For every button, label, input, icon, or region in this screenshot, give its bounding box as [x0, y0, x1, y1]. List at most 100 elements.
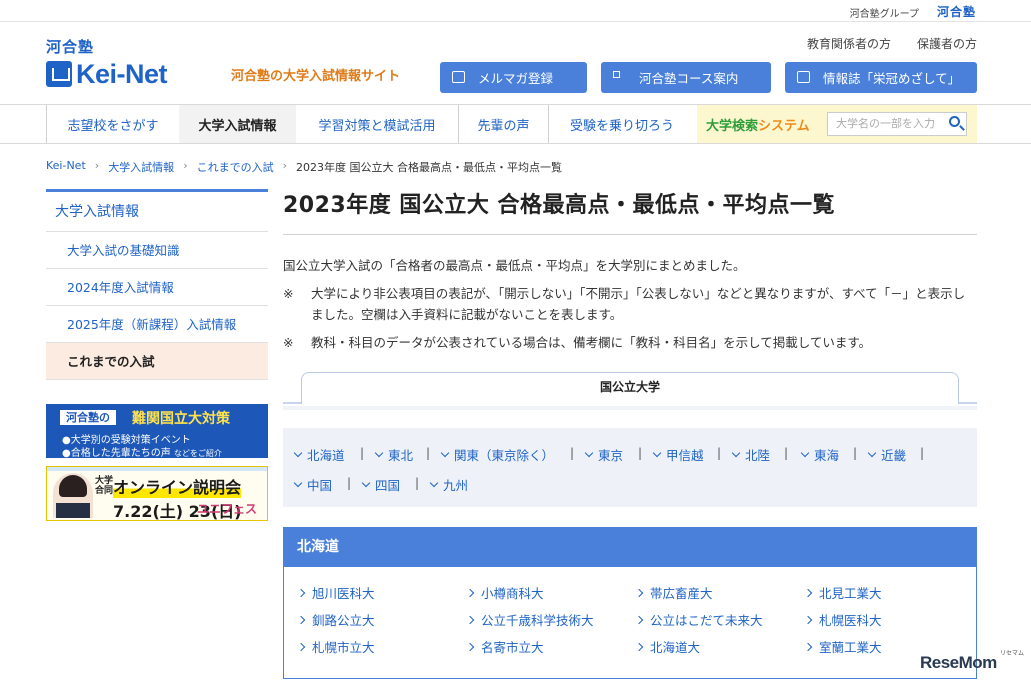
nav-item-voices[interactable]: 先輩の声: [458, 105, 548, 143]
top-bar: 河合塾グループ 河合塾: [0, 0, 1031, 22]
banner-brand: ユニフェス: [197, 502, 258, 516]
sidebar-title[interactable]: 大学入試情報: [46, 192, 268, 232]
region-label: 東北: [388, 448, 414, 463]
university-link[interactable]: 札幌市立大: [296, 637, 375, 656]
region-link[interactable]: 東北: [374, 445, 414, 464]
nav-item-search-school[interactable]: 志望校をさがす: [46, 105, 179, 143]
course-guide-button[interactable]: 河合塾コース案内: [601, 62, 771, 93]
chevron-right-icon: [634, 642, 644, 651]
sidebar-item-2024[interactable]: 2024年度入試情報: [46, 269, 268, 306]
logo-word: Kei-Net: [76, 58, 168, 89]
search-label-a: 大学検索: [706, 118, 759, 134]
kei-net-logo[interactable]: Kei-Net: [46, 58, 168, 89]
nankan-banner[interactable]: 河合塾の 難関国立大対策 ●大学別の受験対策イベント ●合格した先輩たちの声 な…: [46, 404, 268, 459]
region-link[interactable]: 東京: [584, 445, 623, 464]
sidebar-item-2025[interactable]: 2025年度（新課程）入試情報: [46, 306, 268, 343]
university-link[interactable]: 旭川医科大: [296, 583, 375, 602]
newsletter-button[interactable]: メルマガ登録: [440, 62, 587, 93]
chevron-down-icon: [293, 448, 303, 457]
university-search-input[interactable]: 大学名の一部を入力: [827, 112, 967, 136]
region-label: 北陸: [745, 448, 771, 463]
search-icon[interactable]: [949, 116, 960, 127]
chevron-down-icon: [440, 448, 450, 457]
region-link[interactable]: 九州: [429, 475, 468, 494]
region-link[interactable]: 甲信越: [652, 445, 704, 464]
chevron-right-icon: [465, 615, 475, 624]
university-link[interactable]: 札幌医科大: [803, 610, 882, 629]
educator-link[interactable]: 教育関係者の方: [807, 35, 891, 52]
banner-line-2-small: などをご紹介: [173, 449, 222, 458]
university-search-label: 大学検索システム: [706, 115, 810, 134]
chevron-right-icon: [296, 642, 306, 651]
divider: |: [347, 476, 352, 490]
university-link[interactable]: 北見工業大: [803, 583, 882, 602]
chevron-right-icon: ›: [183, 159, 188, 172]
magazine-button[interactable]: 情報誌「栄冠めざして」: [785, 62, 977, 93]
breadcrumb-home[interactable]: Kei-Net: [46, 159, 86, 175]
university-link[interactable]: 室蘭工業大: [803, 637, 882, 656]
breadcrumb-exam-info[interactable]: 大学入試情報: [108, 159, 174, 175]
chevron-right-icon: [465, 642, 475, 651]
grid-icon: [613, 71, 626, 83]
page-title: 2023年度 国公立大 合格最高点・最低点・平均点一覧: [283, 193, 836, 218]
university-link[interactable]: 帯広畜産大: [634, 583, 713, 602]
tab-bar: 国公立大学: [283, 372, 977, 404]
mail-icon: [452, 71, 465, 83]
university-label: 公立はこだて未来大: [650, 613, 763, 628]
university-label: 公立千歳科学技術大: [481, 613, 594, 628]
banner-stripe: [47, 467, 267, 471]
divider: |: [920, 446, 925, 460]
chevron-down-icon: [374, 448, 384, 457]
region-link[interactable]: 四国: [361, 475, 401, 494]
chevron-right-icon: [803, 588, 813, 597]
group-text: 河合塾グループ: [849, 9, 919, 20]
nav-item-study[interactable]: 学習対策と模試活用: [296, 105, 458, 143]
chevron-down-icon: [293, 478, 303, 487]
sidebar-item-basics[interactable]: 大学入試の基礎知識: [46, 232, 268, 269]
online-fair-banner[interactable]: 大学合同 オンライン説明会 7.22(土) 23(日) ユニフェス: [46, 466, 268, 521]
nav-item-exam-info[interactable]: 大学入試情報: [179, 105, 296, 143]
banner-tag: 河合塾の: [60, 410, 116, 425]
university-link[interactable]: 公立はこだて未来大: [634, 610, 763, 629]
region-link[interactable]: 北海道: [293, 445, 345, 464]
course-guide-button-label: 河合塾コース案内: [639, 71, 739, 86]
region-link[interactable]: 東海: [800, 445, 839, 464]
breadcrumb-past-exams[interactable]: これまでの入試: [197, 159, 274, 175]
divider: |: [426, 446, 431, 460]
newsletter-button-label: メルマガ登録: [478, 71, 554, 86]
chevron-right-icon: [803, 642, 813, 651]
region-label: 近畿: [881, 448, 907, 463]
university-label: 名寄市立大: [481, 640, 544, 655]
tab-national-public[interactable]: 国公立大学: [301, 372, 959, 404]
logo-book-icon: [46, 61, 72, 87]
nav-item-exam-tips[interactable]: 受験を乗り切ろう: [548, 105, 695, 143]
group-logo[interactable]: 河合塾: [937, 3, 976, 20]
divider: |: [360, 446, 365, 460]
parent-link[interactable]: 保護者の方: [917, 35, 977, 52]
region-link[interactable]: 近畿: [867, 445, 907, 464]
university-link[interactable]: 公立千歳科学技術大: [465, 610, 594, 629]
sidebar: 大学入試情報 大学入試の基礎知識 2024年度入試情報 2025年度（新課程）入…: [46, 189, 268, 380]
region-link[interactable]: 中国: [293, 475, 332, 494]
university-link[interactable]: 名寄市立大: [465, 637, 544, 656]
site-tagline: 河合塾の大学入試情報サイト: [231, 69, 401, 84]
student-photo: [53, 473, 93, 518]
sidebar-item-past-exams[interactable]: これまでの入試: [46, 343, 268, 380]
chevron-down-icon: [731, 448, 741, 457]
note-mark: ※: [283, 286, 294, 301]
university-label: 北見工業大: [819, 586, 882, 601]
chevron-down-icon: [429, 478, 439, 487]
region-link[interactable]: 関東（東京除く）: [440, 445, 554, 464]
chevron-right-icon: [296, 588, 306, 597]
region-link[interactable]: 北陸: [731, 445, 771, 464]
university-label: 札幌医科大: [819, 613, 882, 628]
logo-kanji[interactable]: 河合塾: [46, 36, 94, 57]
university-link[interactable]: 釧路公立大: [296, 610, 375, 629]
magazine-button-label: 情報誌「栄冠めざして」: [823, 71, 961, 86]
region-links: 北海道 | 東北 | 関東（東京除く） | 東京 | 甲信越 | 北陸 | 東海…: [283, 428, 977, 507]
region-label: 四国: [375, 478, 401, 493]
university-link[interactable]: 北海道大: [634, 637, 700, 656]
region-label: 甲信越: [666, 448, 704, 463]
note-text: 教科・科目のデータが公表されている場合は、備考欄に「教科・科目名」を示して掲載し…: [311, 335, 872, 350]
university-link[interactable]: 小樽商科大: [465, 583, 544, 602]
